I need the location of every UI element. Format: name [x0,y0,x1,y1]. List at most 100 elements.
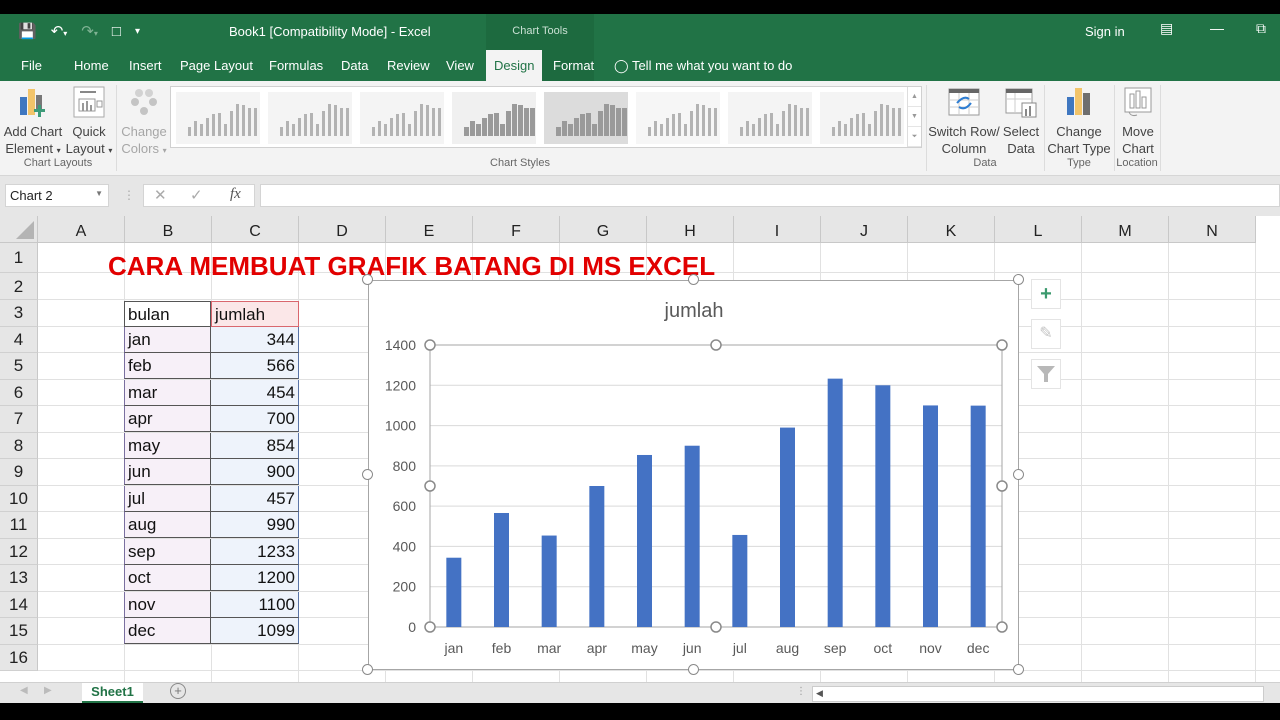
bar-apr[interactable] [589,486,605,627]
sheet-title-cell[interactable]: CARA MEMBUAT GRAFIK BATANG DI MS EXCEL [108,251,715,282]
plot-area-resize-handle[interactable] [996,621,1008,633]
tab-formulas[interactable]: Formulas [269,58,323,73]
tell-me-search[interactable]: ◯ Tell me what you want to do [614,58,792,74]
horizontal-scrollbar[interactable]: ◀ [812,686,1264,702]
scroll-tabs-left-icon[interactable]: ◀ [20,685,28,696]
bar-feb[interactable] [494,512,509,627]
bar-dec[interactable] [970,405,986,627]
table-cell-jumlah[interactable]: 1200 [211,565,299,591]
chart-title[interactable]: jumlah [664,300,724,322]
row-header-15[interactable]: 15 [0,618,38,645]
bar-aug[interactable] [780,427,795,627]
bar-jan[interactable] [446,557,462,627]
scroll-tabs-right-icon[interactable]: ▶ [44,685,52,696]
table-cell-jumlah[interactable]: 900 [211,459,299,485]
minimize-icon[interactable]: — [1210,20,1224,36]
tab-data[interactable]: Data [341,58,368,73]
table-cell-bulan[interactable]: nov [124,591,211,618]
chart-style-thumbnail[interactable] [176,92,260,144]
tab-review[interactable]: Review [387,58,430,73]
table-cell-bulan[interactable]: feb [124,353,211,379]
chart-resize-handle[interactable] [1013,274,1024,285]
row-header-3[interactable]: 3 [0,300,38,327]
cancel-icon[interactable]: ✕ [154,186,167,204]
row-header-9[interactable]: 9 [0,459,38,486]
chart-style-thumbnail[interactable] [544,92,628,144]
row-header-5[interactable]: 5 [0,353,38,380]
switch-row-column-button[interactable]: Switch Row/ Column [928,85,1000,157]
table-cell-bulan[interactable]: apr [124,406,211,432]
scroll-left-icon[interactable]: ◀ [816,688,823,699]
customize-qat-icon[interactable]: ▾ [135,26,140,37]
row-header-1[interactable]: 1 [0,243,38,273]
tab-view[interactable]: View [446,58,474,73]
add-chart-element-button[interactable]: Add Chart Element ▾ [3,85,63,159]
chart-resize-handle[interactable] [362,469,373,480]
table-cell-bulan[interactable]: oct [124,565,211,591]
bar-jul[interactable] [732,534,748,627]
chart-style-thumbnail[interactable] [268,92,352,144]
add-sheet-icon[interactable]: + [170,683,186,699]
tab-format[interactable]: Format [553,58,594,73]
bar-sep[interactable] [827,378,843,627]
table-cell-bulan[interactable]: jan [124,326,211,353]
table-header-jumlah[interactable]: jumlah [211,300,299,327]
table-cell-jumlah[interactable]: 566 [211,353,299,379]
gallery-scroll[interactable]: ▲ ▼ ⏷ [907,87,921,147]
row-header-14[interactable]: 14 [0,591,38,618]
chart-style-thumbnail[interactable] [360,92,444,144]
undo-icon[interactable]: ↶▾ [51,22,68,40]
row-header-12[interactable]: 12 [0,538,38,565]
tab-page-layout[interactable]: Page Layout [180,58,253,73]
chart-resize-handle[interactable] [362,274,373,285]
table-cell-jumlah[interactable]: 1233 [211,538,299,565]
sign-in-link[interactable]: Sign in [1085,24,1125,39]
row-header-10[interactable]: 10 [0,485,38,512]
row-header-4[interactable]: 4 [0,326,38,353]
move-chart-button[interactable]: Move Chart [1116,85,1160,157]
row-header-6[interactable]: 6 [0,379,38,406]
tab-insert[interactable]: Insert [129,58,162,73]
chart-resize-handle[interactable] [687,274,699,285]
row-header-2[interactable]: 2 [0,273,38,300]
table-cell-bulan[interactable]: dec [124,618,211,644]
table-cell-jumlah[interactable]: 454 [211,379,299,406]
quick-layout-button[interactable]: Quick Layout ▾ [64,85,114,159]
plot-area-resize-handle[interactable] [996,339,1008,351]
insert-function-icon[interactable]: fx [230,186,241,203]
restore-icon[interactable]: ⧉ [1256,20,1266,37]
new-document-icon[interactable]: □ [112,23,121,40]
plot-area-resize-handle[interactable] [424,339,436,351]
chart-styles-button[interactable]: ✎ [1031,319,1061,349]
column-header-i[interactable]: I [734,216,821,243]
table-cell-bulan[interactable]: jul [124,485,211,512]
chart[interactable]: jumlah 0 200 400 600 800 1000 1200 1400 jan feb mar… [368,280,1019,670]
table-cell-bulan[interactable]: sep [124,538,211,565]
chart-resize-handle[interactable] [1013,469,1024,480]
table-cell-jumlah[interactable]: 1100 [211,591,299,618]
bar-may[interactable] [637,454,652,627]
chart-style-thumbnail[interactable] [452,92,536,144]
chart-elements-button[interactable]: + [1031,279,1061,309]
tab-home[interactable]: Home [74,58,109,73]
table-cell-jumlah[interactable]: 1099 [211,618,299,644]
column-header-e[interactable]: E [386,216,473,243]
name-box[interactable]: Chart 2 ▼ [5,184,109,207]
table-header-bulan[interactable]: bulan [124,300,211,327]
change-chart-type-button[interactable]: Change Chart Type [1046,85,1112,157]
gallery-down-icon[interactable]: ▼ [908,107,921,127]
column-header-b[interactable]: B [125,216,212,243]
table-cell-bulan[interactable]: jun [124,459,211,485]
table-cell-jumlah[interactable]: 990 [211,512,299,538]
table-cell-bulan[interactable]: mar [124,379,211,406]
table-cell-jumlah[interactable]: 344 [211,326,299,353]
select-all-button[interactable] [0,216,38,243]
tab-file[interactable]: File [21,58,42,73]
chart-resize-handle[interactable] [687,664,699,675]
column-header-j[interactable]: J [821,216,908,243]
gallery-up-icon[interactable]: ▲ [908,87,921,107]
plot-area-resize-handle[interactable] [424,480,436,492]
column-header-f[interactable]: F [473,216,560,243]
column-header-m[interactable]: M [1082,216,1169,243]
ribbon-display-options-icon[interactable]: ▤ [1160,20,1173,37]
